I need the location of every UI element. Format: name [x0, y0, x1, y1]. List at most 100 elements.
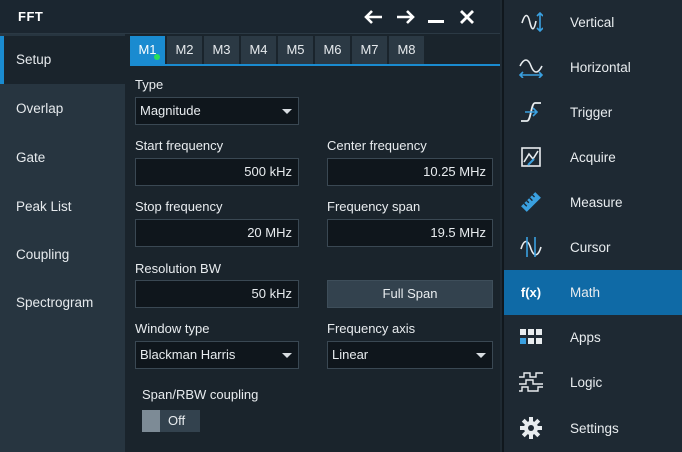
fft-dialog: FFT Setup Overlap Gate Peak List Couplin…	[0, 0, 500, 452]
tab-m2[interactable]: M2	[167, 36, 203, 64]
type-label: Type	[135, 77, 164, 92]
setup-panel: M1 M2 M3 M4 M5 M6 M7 M8 Type Magnitude S…	[125, 34, 500, 452]
sidetab-spectrogram[interactable]: Spectrogram	[0, 279, 125, 327]
type-value: Magnitude	[140, 103, 201, 118]
tab-m8[interactable]: M8	[389, 36, 425, 64]
sidetab-label: Gate	[16, 150, 46, 165]
tab-m7[interactable]: M7	[352, 36, 388, 64]
frequency-axis-value: Linear	[332, 347, 369, 362]
center-frequency-field[interactable]: 10.25 MHz	[327, 158, 493, 186]
vertical-icon	[518, 10, 544, 34]
center-frequency-value: 10.25 MHz	[423, 164, 486, 179]
window-type-label: Window type	[135, 321, 210, 336]
full-span-button[interactable]: Full Span	[327, 280, 493, 308]
frequency-span-value: 19.5 MHz	[430, 225, 486, 240]
tab-label: M7	[360, 42, 379, 57]
frequency-axis-select[interactable]: Linear	[327, 341, 493, 369]
sidetab-label: Spectrogram	[16, 295, 94, 310]
type-select[interactable]: Magnitude	[135, 97, 299, 125]
resolution-bw-field[interactable]: 50 kHz	[135, 280, 299, 308]
menu-item-logic[interactable]: Logic	[504, 360, 682, 405]
tab-m4[interactable]: M4	[241, 36, 277, 64]
stop-frequency-field[interactable]: 20 MHz	[135, 219, 299, 247]
sidetab-gate[interactable]: Gate	[0, 134, 125, 182]
tab-m5[interactable]: M5	[278, 36, 314, 64]
minimize-icon[interactable]	[424, 6, 448, 28]
menu-label: Logic	[570, 375, 603, 390]
trigger-icon	[518, 100, 544, 124]
sidetab-setup[interactable]: Setup	[0, 36, 125, 84]
stop-frequency-label: Stop frequency	[135, 199, 223, 214]
menu-item-measure[interactable]: Measure	[504, 180, 682, 225]
menu-label: Horizontal	[570, 60, 631, 75]
menu-item-vertical[interactable]: Vertical	[504, 0, 682, 45]
toggle-state: Off	[168, 413, 186, 428]
menu-label: Measure	[570, 195, 623, 210]
sidetab-label: Peak List	[16, 199, 72, 214]
forward-arrow-icon[interactable]	[393, 6, 417, 28]
sidetab-overlap[interactable]: Overlap	[0, 85, 125, 133]
math-icon: f(x)	[520, 284, 542, 300]
menu-item-cursor[interactable]: Cursor	[504, 225, 682, 270]
back-arrow-icon[interactable]	[362, 6, 386, 28]
window-type-value: Blackman Harris	[140, 347, 236, 362]
menu-label: Math	[570, 285, 601, 300]
menu-label: Cursor	[570, 240, 611, 255]
sidetab-peak-list[interactable]: Peak List	[0, 183, 125, 231]
menu-label: Vertical	[570, 15, 615, 30]
menu-item-apps[interactable]: Apps	[504, 315, 682, 360]
full-span-label: Full Span	[382, 286, 438, 301]
math-tabs: M1 M2 M3 M4 M5 M6 M7 M8	[130, 36, 500, 66]
sidetab-label: Setup	[16, 52, 52, 67]
horizontal-icon	[518, 55, 544, 79]
menu-label: Acquire	[570, 150, 616, 165]
stop-frequency-value: 20 MHz	[247, 225, 292, 240]
tab-label: M6	[323, 42, 342, 57]
frequency-axis-label: Frequency axis	[327, 321, 416, 336]
logic-icon	[518, 370, 544, 394]
menu-item-trigger[interactable]: Trigger	[504, 90, 682, 135]
window-type-select[interactable]: Blackman Harris	[135, 341, 299, 369]
menu-label: Trigger	[570, 105, 613, 120]
cursor-icon	[518, 235, 544, 259]
tab-label: M5	[286, 42, 305, 57]
menu-item-horizontal[interactable]: Horizontal	[504, 45, 682, 90]
frequency-span-label: Frequency span	[327, 199, 421, 214]
menu-item-acquire[interactable]: Acquire	[504, 135, 682, 180]
apps-icon	[518, 325, 544, 349]
measure-icon	[518, 190, 544, 214]
sidetab-label: Coupling	[16, 247, 70, 262]
resolution-bw-value: 50 kHz	[251, 286, 292, 301]
center-frequency-label: Center frequency	[327, 138, 427, 153]
tab-label: M8	[397, 42, 416, 57]
tab-m1[interactable]: M1	[130, 36, 166, 64]
start-frequency-value: 500 kHz	[244, 164, 292, 179]
start-frequency-field[interactable]: 500 kHz	[135, 158, 299, 186]
side-tabs: Setup Overlap Gate Peak List Coupling Sp…	[0, 34, 125, 452]
start-frequency-label: Start frequency	[135, 138, 224, 153]
tab-label: M2	[175, 42, 194, 57]
menu-label: Settings	[570, 421, 619, 436]
dialog-title: FFT	[18, 9, 44, 24]
close-icon[interactable]	[455, 6, 479, 28]
chevron-down-icon	[282, 353, 292, 358]
dialog-titlebar: FFT	[0, 0, 500, 34]
tab-label: M3	[212, 42, 231, 57]
tab-m3[interactable]: M3	[204, 36, 240, 64]
span-rbw-coupling-toggle[interactable]: Off	[142, 410, 200, 432]
chevron-down-icon	[282, 109, 292, 114]
tab-m6[interactable]: M6	[315, 36, 351, 64]
menu-item-settings[interactable]: Settings	[504, 406, 682, 451]
span-rbw-coupling-label: Span/RBW coupling	[142, 387, 259, 402]
active-indicator-dot	[154, 54, 160, 60]
menu-item-math[interactable]: f(x) Math	[504, 270, 682, 315]
chevron-down-icon	[476, 353, 486, 358]
menu-label: Apps	[570, 330, 601, 345]
sidetab-coupling[interactable]: Coupling	[0, 231, 125, 279]
tab-label: M4	[249, 42, 268, 57]
toggle-knob	[142, 410, 160, 432]
settings-icon	[518, 416, 544, 440]
frequency-span-field[interactable]: 19.5 MHz	[327, 219, 493, 247]
resolution-bw-label: Resolution BW	[135, 261, 221, 276]
acquire-icon	[518, 145, 544, 169]
